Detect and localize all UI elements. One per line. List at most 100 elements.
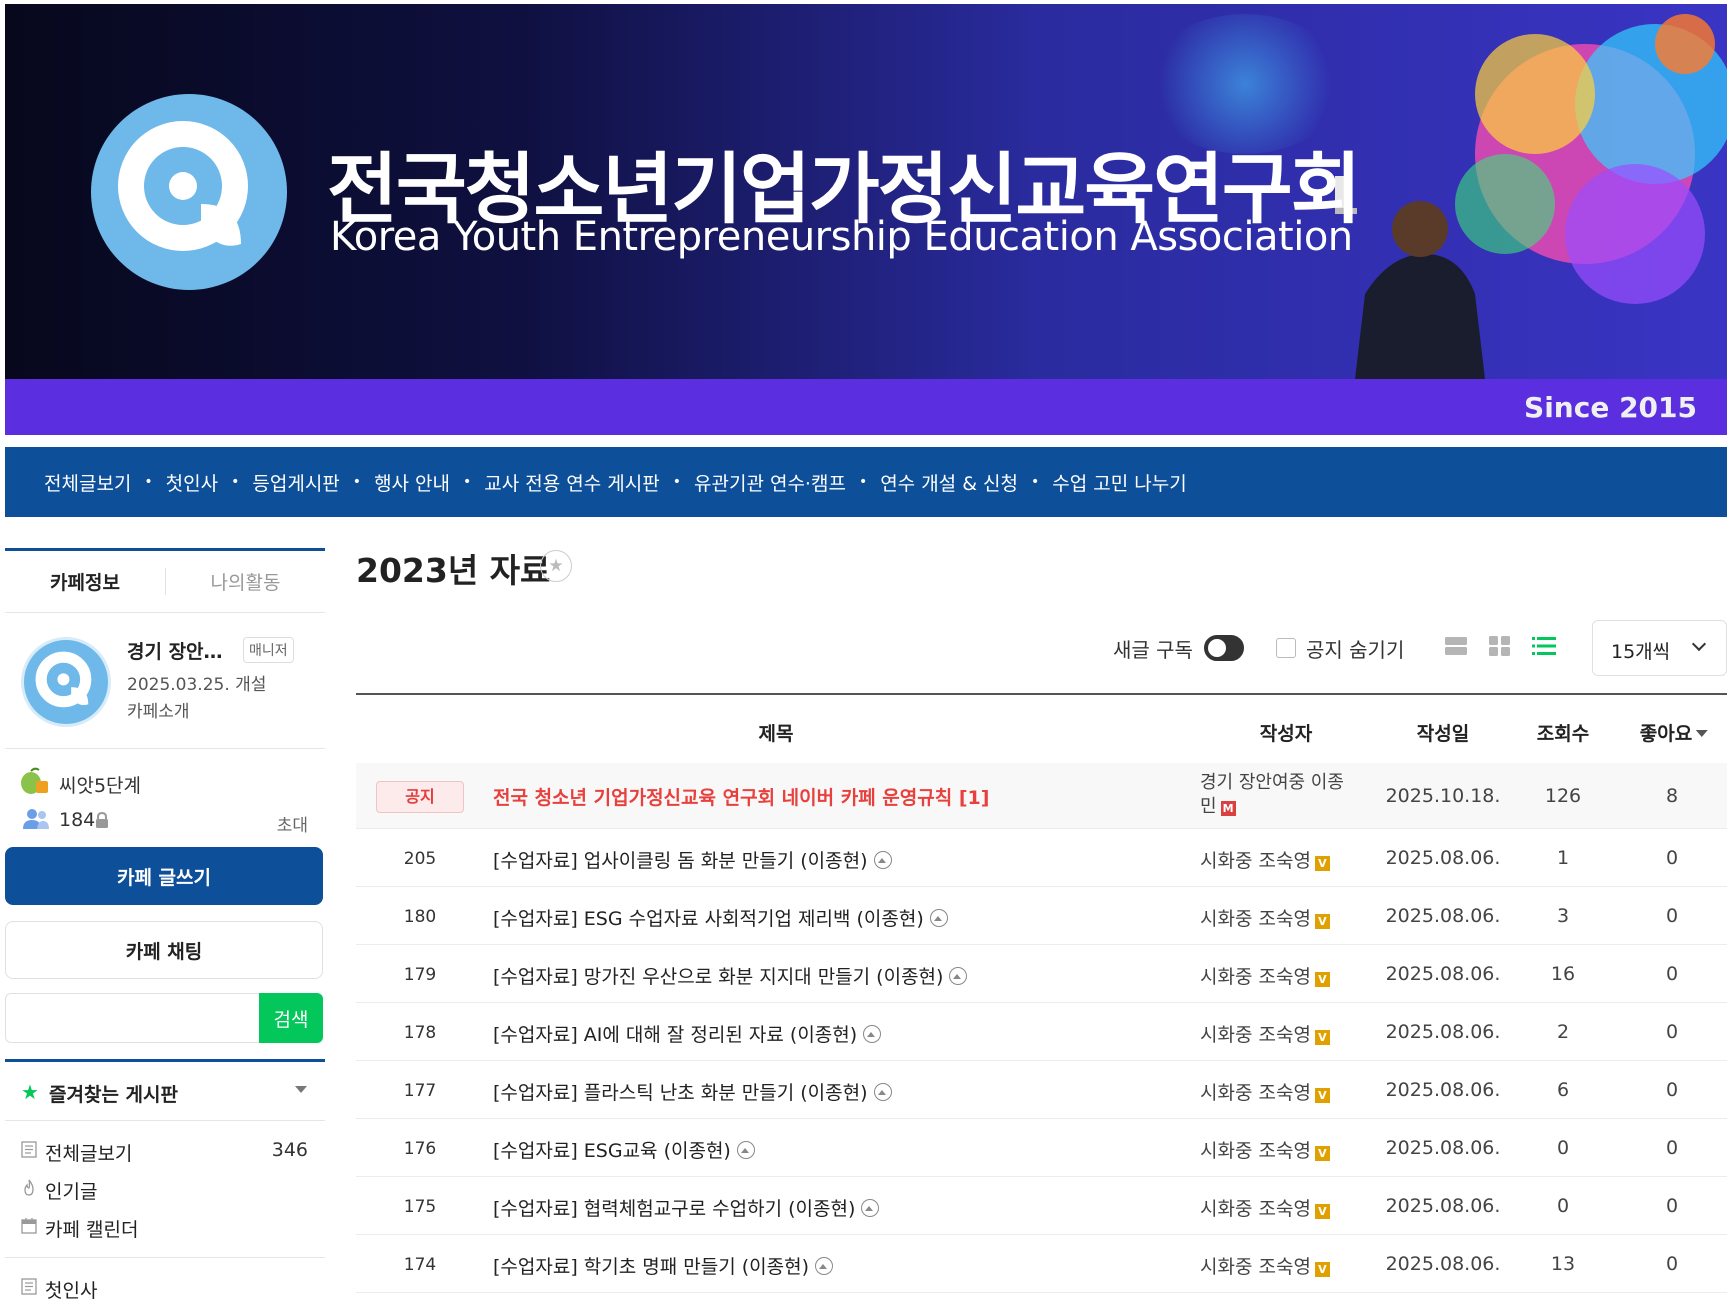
post-likes: 0	[1665, 1195, 1679, 1217]
post-title-link[interactable]: [수업자료] ESG 수업자료 사회적기업 제리백 (이종현)	[493, 904, 948, 931]
favorite-boards-header[interactable]: ★ 즐겨찾는 게시판	[5, 1059, 325, 1121]
nav-separator: •	[672, 474, 682, 490]
col-date: 작성일	[1416, 723, 1470, 745]
nav-item-training-apply[interactable]: 연수 개설 & 신청	[880, 469, 1018, 496]
post-title-link[interactable]: [수업자료] 망가진 우산으로 화분 지지대 만들기 (이종현)	[493, 962, 968, 989]
cafe-logo	[91, 94, 287, 290]
post-number: 176	[403, 1139, 437, 1159]
nav-item-teacher-training[interactable]: 교사 전용 연수 게시판	[484, 469, 659, 496]
board-toolbar: 새글 구독 공지 숨기기 15개씩	[356, 620, 1727, 678]
board-view-icon[interactable]	[1532, 634, 1556, 658]
subscribe-toggle[interactable]	[1204, 635, 1244, 661]
nav-item-class-concerns[interactable]: 수업 고민 나누기	[1052, 469, 1186, 496]
table-row[interactable]: 179 [수업자료] 망가진 우산으로 화분 지지대 만들기 (이종현) 시화중…	[356, 945, 1727, 1003]
menu-item-popular[interactable]: 인기글	[5, 1169, 325, 1207]
post-title: [수업자료] ESG교육 (이종현)	[493, 1140, 731, 1162]
nav-item-all-posts[interactable]: 전체글보기	[44, 469, 131, 496]
nav-item-level-up[interactable]: 등업게시판	[252, 469, 339, 496]
author-name: 시화중 조숙영	[1200, 908, 1311, 930]
member-count[interactable]: 184	[59, 809, 95, 831]
author-name: 시화중 조숙영	[1200, 966, 1311, 988]
post-author[interactable]: 시화중 조숙영 V	[1200, 1252, 1330, 1279]
caret-down-icon[interactable]	[295, 1086, 307, 1093]
cafe-profile-logo[interactable]	[21, 637, 111, 727]
cafe-write-button[interactable]: 카페 글쓰기	[5, 847, 323, 905]
search-input[interactable]	[5, 993, 259, 1043]
banner-strip: Since 2015	[5, 379, 1727, 435]
tab-cafe-info[interactable]: 카페정보	[5, 568, 165, 595]
post-author[interactable]: 시화중 조숙영 V	[1200, 904, 1330, 931]
post-likes: 8	[1665, 785, 1679, 807]
manager-rank-icon: M	[1220, 801, 1236, 816]
menu-item-label: 인기글	[45, 1181, 98, 1203]
nav-item-greeting[interactable]: 첫인사	[166, 469, 218, 496]
page-size-select[interactable]: 15개씩	[1592, 620, 1727, 676]
post-title-link[interactable]: [수업자료] 학기초 명패 만들기 (이종현)	[493, 1252, 834, 1279]
col-likes[interactable]: 좋아요	[1639, 719, 1709, 746]
nav-separator: •	[352, 474, 362, 490]
notice-title-link[interactable]: 전국 청소년 기업가정신교육 연구회 네이버 카페 운영규칙 [1]	[493, 783, 989, 810]
member-rank-icon: V	[1314, 1146, 1330, 1161]
nav-item-partner-camps[interactable]: 유관기관 연수·캠프	[694, 469, 846, 496]
table-row[interactable]: 205 [수업자료] 업사이클링 돔 화분 만들기 (이종현) 시화중 조숙영 V…	[356, 829, 1727, 887]
tab-my-activity[interactable]: 나의활동	[165, 568, 325, 595]
menu-item-label: 전체글보기	[45, 1143, 133, 1165]
fire-icon	[24, 1179, 34, 1196]
post-title-link[interactable]: [수업자료] 협력체험교구로 수업하기 (이종현)	[493, 1194, 880, 1221]
post-author[interactable]: 시화중 조숙영 V	[1200, 1194, 1330, 1221]
image-attached-icon	[863, 1025, 882, 1043]
member-rank-icon: V	[1314, 1204, 1330, 1219]
post-table: 제목 작성자 작성일 조회수 좋아요 공지 전국 청소년 기업가정신교육 연구회…	[356, 693, 1727, 1293]
menu-item-greeting[interactable]: 첫인사	[5, 1268, 325, 1304]
image-attached-icon	[873, 1083, 892, 1101]
author-name: 시화중 조숙영	[1200, 1140, 1311, 1162]
table-header: 제목 작성자 작성일 조회수 좋아요	[356, 695, 1727, 763]
post-likes: 0	[1665, 1253, 1679, 1275]
post-author[interactable]: 시화중 조숙영 V	[1200, 1078, 1330, 1105]
card-view-icon[interactable]	[1488, 634, 1512, 658]
post-date: 2025.08.06.	[1385, 1079, 1501, 1101]
post-author[interactable]: 시화중 조숙영 V	[1200, 1136, 1330, 1163]
nav-separator: •	[144, 474, 153, 490]
col-likes-label: 좋아요	[1639, 723, 1693, 745]
sidebar-search: 검색	[5, 993, 323, 1043]
cafe-chat-button[interactable]: 카페 채팅	[5, 921, 323, 979]
table-row[interactable]: 178 [수업자료] AI에 대해 잘 정리된 자료 (이종현) 시화중 조숙영…	[356, 1003, 1727, 1061]
menu-item-calendar[interactable]: 카페 캘린더	[5, 1207, 325, 1245]
post-author[interactable]: 시화중 조숙영 V	[1200, 846, 1330, 873]
post-views: 6	[1556, 1079, 1570, 1101]
search-button[interactable]: 검색	[259, 993, 323, 1043]
post-title-link[interactable]: [수업자료] ESG교육 (이종현)	[493, 1136, 755, 1163]
col-author: 작성자	[1259, 723, 1313, 745]
table-row[interactable]: 180 [수업자료] ESG 수업자료 사회적기업 제리백 (이종현) 시화중 …	[356, 887, 1727, 945]
hide-notice-label[interactable]: 공지 숨기기	[1306, 634, 1404, 663]
post-author[interactable]: 시화중 조숙영 V	[1200, 1020, 1330, 1047]
post-likes: 0	[1665, 905, 1679, 927]
post-title-link[interactable]: [수업자료] 업사이클링 돔 화분 만들기 (이종현)	[493, 846, 892, 873]
notice-row[interactable]: 공지 전국 청소년 기업가정신교육 연구회 네이버 카페 운영규칙 [1] 경기…	[356, 763, 1727, 829]
invite-link[interactable]: 초대	[277, 811, 308, 836]
table-row[interactable]: 175 [수업자료] 협력체험교구로 수업하기 (이종현) 시화중 조숙영 V 2…	[356, 1177, 1727, 1235]
cafe-intro-link[interactable]: 카페소개	[127, 697, 190, 722]
board-title: 2023년 자료	[356, 551, 551, 590]
cafe-board-list: 첫인사	[5, 1258, 325, 1304]
members-icon	[23, 809, 49, 829]
post-title-link[interactable]: [수업자료] 플라스틱 난초 화분 만들기 (이종현)	[493, 1078, 892, 1105]
favorite-star-button[interactable]: ★	[540, 550, 572, 582]
nav-item-events[interactable]: 행사 안내	[374, 469, 450, 496]
post-title-link[interactable]: [수업자료] AI에 대해 잘 정리된 자료 (이종현)	[493, 1020, 882, 1047]
table-row[interactable]: 174 [수업자료] 학기초 명패 만들기 (이종현) 시화중 조숙영 V 202…	[356, 1235, 1727, 1293]
table-row[interactable]: 176 [수업자료] ESG교육 (이종현) 시화중 조숙영 V 2025.08.…	[356, 1119, 1727, 1177]
list-view-icon[interactable]	[1444, 634, 1468, 658]
col-views: 조회수	[1536, 723, 1590, 745]
post-views: 0	[1556, 1137, 1570, 1159]
post-likes: 0	[1665, 847, 1679, 869]
menu-item-all-posts[interactable]: 전체글보기 346	[5, 1131, 325, 1169]
manager-name[interactable]: 경기 장안…	[127, 637, 223, 664]
post-author[interactable]: 경기 장안여중 이종민 M	[1200, 771, 1360, 819]
hide-notice-checkbox[interactable]	[1276, 638, 1296, 658]
cafe-level-label[interactable]: 씨앗5단계	[59, 771, 141, 798]
post-author[interactable]: 시화중 조숙영 V	[1200, 962, 1330, 989]
table-row[interactable]: 177 [수업자료] 플라스틱 난초 화분 만들기 (이종현) 시화중 조숙영 V…	[356, 1061, 1727, 1119]
post-date: 2025.08.06.	[1385, 1195, 1501, 1217]
